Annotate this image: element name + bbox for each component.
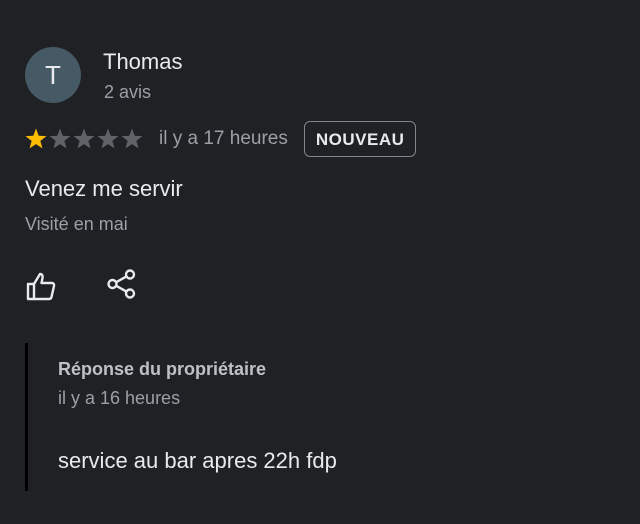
share-icon: [107, 269, 136, 299]
owner-reply-text: service au bar apres 22h fdp: [58, 448, 337, 473]
owner-reply: Réponse du propriétaire il y a 16 heures…: [25, 343, 585, 491]
review-text: Venez me servir: [25, 176, 183, 201]
star-rating: [25, 128, 145, 150]
star-empty-icon: [121, 128, 143, 149]
avatar-initial: T: [45, 59, 61, 90]
like-button[interactable]: [25, 270, 57, 302]
star-empty-icon: [73, 128, 95, 149]
avatar[interactable]: T: [25, 47, 81, 103]
owner-reply-time: il y a 16 heures: [58, 388, 181, 408]
thumbs-up-icon: [26, 272, 56, 301]
owner-reply-title: Réponse du propriétaire: [58, 359, 267, 379]
star-filled-icon: [25, 128, 47, 149]
rating-row: il y a 17 heures NOUVEAU: [25, 120, 417, 158]
share-button[interactable]: [106, 268, 138, 300]
new-badge: NOUVEAU: [303, 121, 417, 157]
star-empty-icon: [49, 128, 71, 149]
author-review-count: 2 avis: [104, 82, 152, 102]
review-time: il y a 17 heures: [159, 128, 288, 149]
star-empty-icon: [97, 128, 119, 149]
author-name[interactable]: Thomas: [103, 49, 182, 75]
visit-info: Visité en mai: [25, 214, 128, 234]
